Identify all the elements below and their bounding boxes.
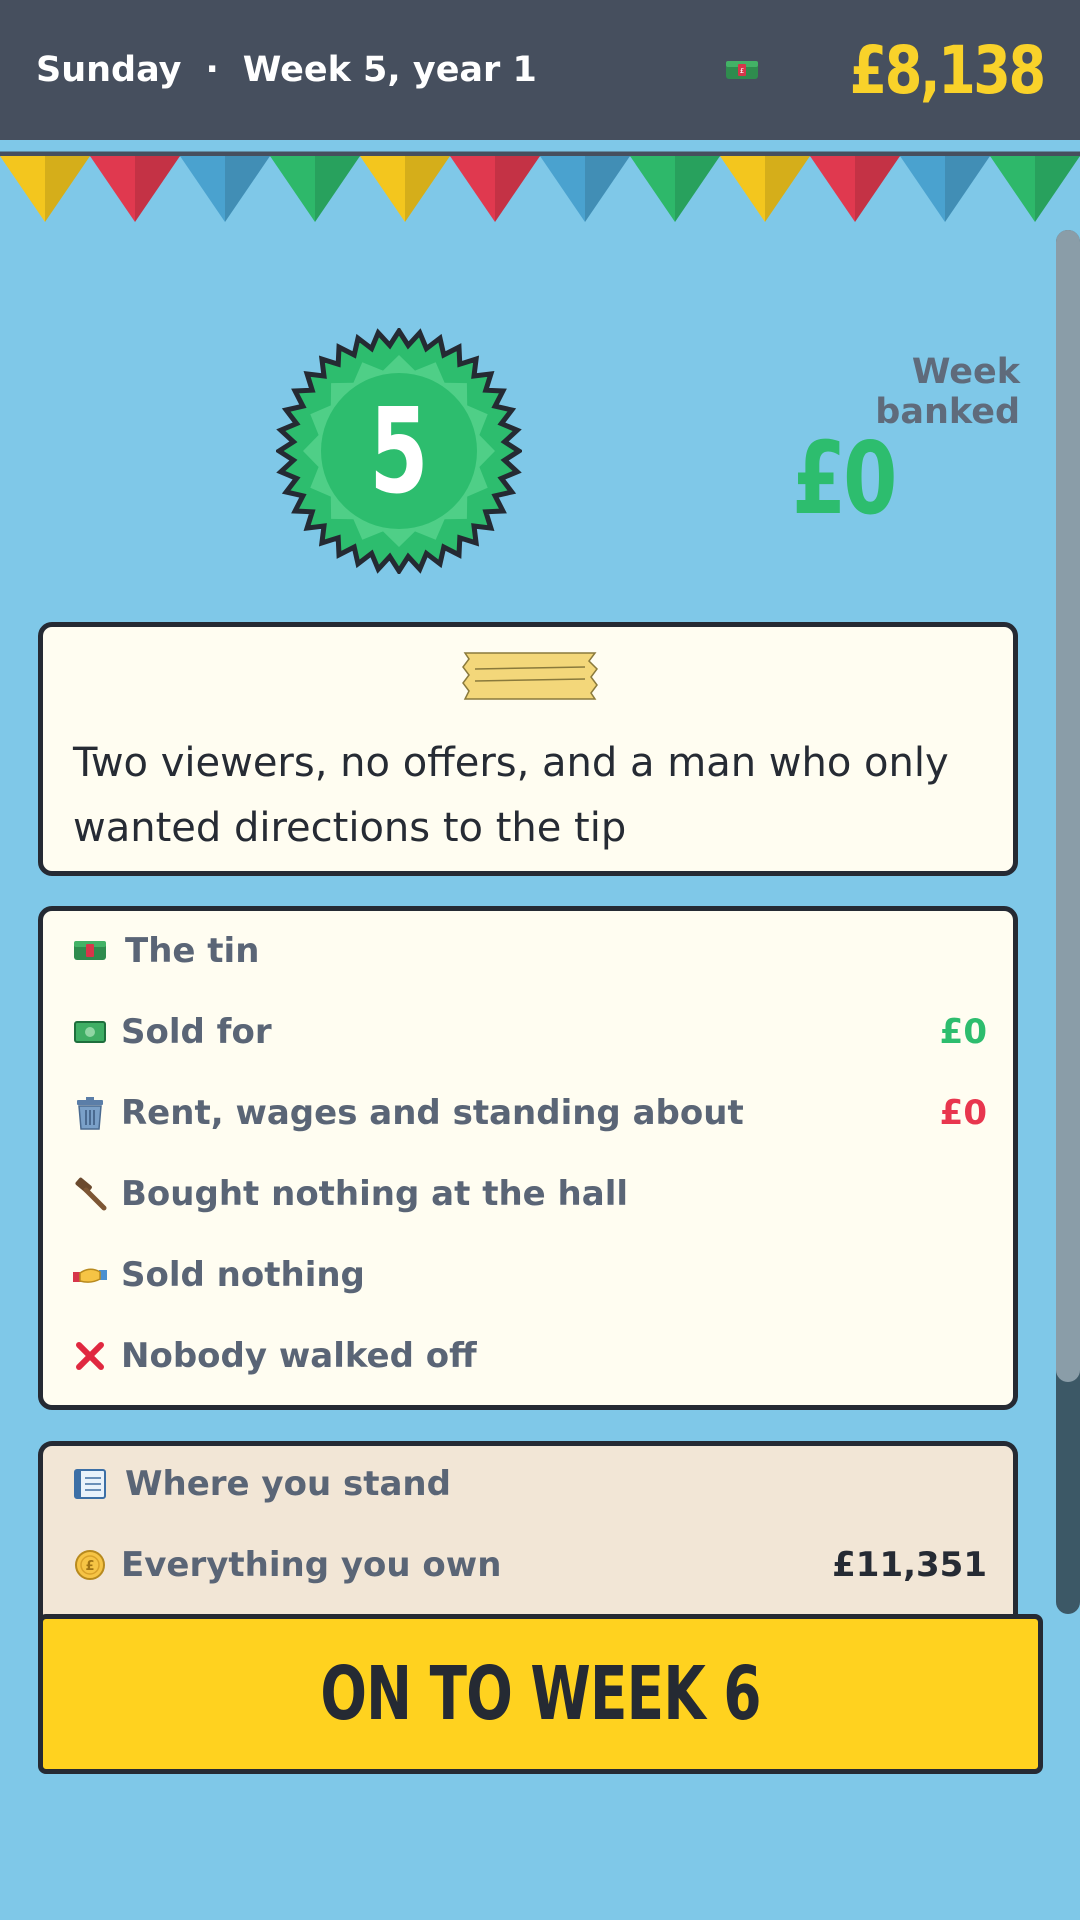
bunting-flag-shade <box>315 156 360 222</box>
next-week-button[interactable]: ON TO WEEK 6 <box>38 1614 1043 1774</box>
bunting-flag-shade <box>225 156 270 222</box>
bunting-flag-shade <box>765 156 810 222</box>
summary-row-sold-for: Sold for £0 <box>73 1002 987 1062</box>
summary-row-walked-off: Nobody walked off <box>73 1326 987 1386</box>
week-label: Week 5, year 1 <box>242 50 537 90</box>
next-week-button-label: ON TO WEEK 6 <box>320 1651 761 1737</box>
svg-text:£: £ <box>740 67 744 75</box>
cash-display: £ £8,138 <box>725 31 1047 109</box>
quote-card: Two viewers, no offers, and a man who on… <box>38 622 1018 876</box>
summary-row-value: £0 <box>939 1093 987 1133</box>
handshake-icon <box>73 1258 107 1292</box>
money-tin-icon <box>73 934 107 968</box>
standing-row-everything-owned: £ Everything you own £11,351 <box>73 1535 987 1595</box>
gavel-icon <box>73 1177 107 1211</box>
ledger-icon <box>73 1467 107 1501</box>
week-banked-amount: £0 <box>792 420 897 537</box>
standing-row-label: Everything you own <box>121 1545 502 1585</box>
summary-title: The tin <box>125 931 260 971</box>
bunting-flag-shade <box>405 156 450 222</box>
banknote-icon <box>73 1015 107 1049</box>
bunting-flag-shade <box>135 156 180 222</box>
bunting-flag-shade <box>585 156 630 222</box>
bunting-flag-shade <box>855 156 900 222</box>
summary-row-sold: Sold nothing <box>73 1245 987 1305</box>
standing-row-value: £11,351 <box>832 1545 987 1585</box>
summary-row-costs: Rent, wages and standing about £0 <box>73 1083 987 1143</box>
separator-dot: · <box>205 50 219 90</box>
bunting-flag-shade <box>675 156 720 222</box>
standing-title: Where you stand <box>125 1464 451 1504</box>
date-display: Sunday · Week 5, year 1 <box>36 50 537 90</box>
day-label: Sunday <box>36 50 182 90</box>
summary-row-value: £0 <box>939 1012 987 1052</box>
quote-text: Two viewers, no offers, and a man who on… <box>73 740 949 851</box>
summary-row-bought: Bought nothing at the hall <box>73 1164 987 1224</box>
coin-icon: £ <box>73 1548 107 1582</box>
summary-title-row: The tin <box>73 921 987 981</box>
bunting-decoration <box>0 151 1080 222</box>
summary-row-label: Nobody walked off <box>121 1336 477 1376</box>
bunting-flag-shade <box>1035 156 1080 222</box>
bunting-flag-shade <box>495 156 540 222</box>
cash-amount: £8,138 <box>849 31 1047 109</box>
scrollbar-thumb[interactable] <box>1056 230 1080 1382</box>
svg-text:£: £ <box>85 1559 94 1574</box>
bunting-flag-shade <box>945 156 990 222</box>
summary-row-label: Bought nothing at the hall <box>121 1174 629 1214</box>
summary-row-label: Sold for <box>121 1012 272 1052</box>
bunting-flag-shade <box>45 156 90 222</box>
cross-mark-icon <box>73 1339 107 1373</box>
standing-title-row: Where you stand <box>73 1454 987 1514</box>
tape-strip-icon <box>462 652 598 700</box>
summary-row-label: Sold nothing <box>121 1255 365 1295</box>
week-badge-number: 5 <box>369 382 429 520</box>
summary-row-label: Rent, wages and standing about <box>121 1093 744 1133</box>
money-tin-icon: £ <box>726 61 759 79</box>
trash-can-icon <box>73 1096 107 1130</box>
standing-card: Where you stand £ Everything you own £11… <box>38 1441 1018 1631</box>
top-bar: Sunday · Week 5, year 1 £ £8,138 <box>0 0 1080 140</box>
summary-card: The tin Sold for £0 Rent, wages and stan… <box>38 906 1018 1410</box>
